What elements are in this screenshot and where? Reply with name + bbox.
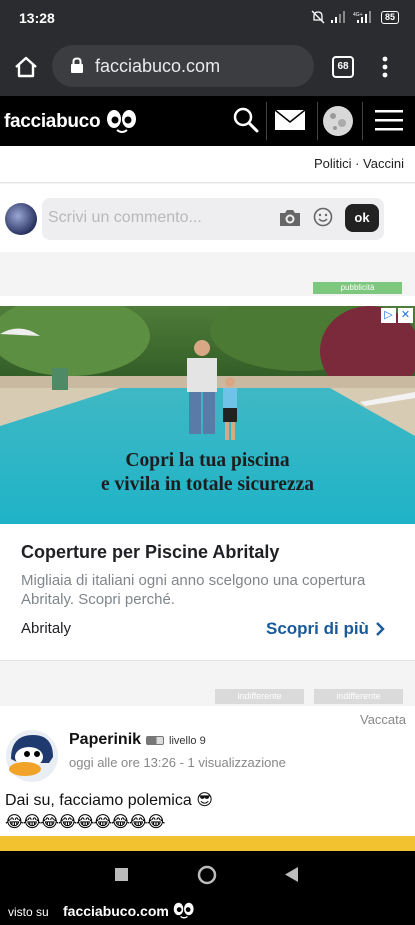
comment-placeholder: Scrivi un commento...	[48, 209, 202, 226]
url-text: facciabuco.com	[95, 56, 221, 76]
ad-image[interactable]: ▷ ✕ Copri la tua piscina e vivila in tot…	[0, 306, 415, 524]
site-header: facciabuco	[0, 96, 415, 146]
status-icons: 4G+ 85	[311, 10, 399, 24]
ad-title[interactable]: Coperture per Piscine Abritaly	[21, 542, 279, 563]
page-content: Politici · Vaccini Scrivi un commento...…	[0, 146, 415, 851]
profile-avatar-icon[interactable]	[322, 105, 354, 137]
recent-apps-icon[interactable]	[115, 868, 128, 881]
signal-icon	[330, 11, 345, 23]
level-badge-icon	[146, 736, 164, 745]
vote-indifferente-button[interactable]: indifferente	[314, 689, 403, 704]
home-icon[interactable]	[12, 53, 40, 81]
post-text: Dai su, facciamo polemica 😎	[5, 792, 213, 809]
system-nav-bar	[0, 851, 415, 897]
post-card: Vaccata Paperinik livello 9 oggi alle or…	[0, 706, 415, 851]
ad-cta-button[interactable]: Scopri di più	[266, 619, 385, 639]
post-emojis: 😂😂😂😂😂😂😂😂😂	[5, 814, 165, 831]
header-divider	[317, 102, 318, 140]
ad-advertiser: Abritaly	[21, 620, 72, 637]
back-icon[interactable]	[285, 867, 299, 882]
post-meta: oggi alle ore 13:26 - 1 visualizzazione	[69, 755, 286, 770]
hamburger-menu-icon[interactable]	[375, 109, 403, 131]
post-author[interactable]: Paperinik	[69, 731, 141, 749]
more-menu-icon[interactable]	[380, 55, 390, 79]
search-icon[interactable]	[232, 106, 260, 134]
logo-eyes-icon	[107, 110, 137, 133]
user-avatar	[5, 203, 37, 235]
watermark-footer: visto su facciabuco.com	[0, 897, 415, 925]
tab-switcher-button[interactable]: 68	[332, 56, 354, 78]
lock-icon	[71, 57, 83, 73]
post-image-preview[interactable]	[0, 836, 415, 851]
ad-card[interactable]: ▷ ✕ Copri la tua piscina e vivila in tot…	[0, 296, 415, 661]
author-avatar[interactable]	[5, 729, 59, 783]
ad-description: Migliaia di italiani ogni anno scelgono …	[21, 572, 366, 608]
tags-row: Politici · Vaccini	[0, 146, 415, 183]
emoji-icon[interactable]	[313, 207, 333, 227]
post-author-level: livello 9	[169, 735, 206, 747]
status-time: 13:28	[19, 10, 55, 26]
mail-icon[interactable]	[274, 109, 306, 131]
site-logo-text: facciabuco	[4, 111, 101, 132]
footer-prefix: visto su	[8, 905, 49, 919]
ad-caption-line2: e vivila in totale sicurezza	[100, 474, 314, 495]
comment-input[interactable]: Scrivi un commento... ok	[42, 198, 384, 240]
mute-bell-icon	[311, 10, 325, 24]
adchoices[interactable]: ▷ ✕	[381, 308, 413, 323]
footer-site: facciabuco.com	[63, 903, 169, 919]
vote-indifferente-button[interactable]: indifferente	[215, 689, 304, 704]
status-bar: 13:28 4G+ 85	[0, 0, 415, 36]
comment-area: Scrivi un commento... ok	[0, 184, 415, 252]
camera-icon[interactable]	[278, 208, 302, 228]
ad-label: pubblicità	[313, 282, 402, 294]
ad-cta-label: Scopri di più	[266, 619, 369, 638]
header-divider	[362, 102, 363, 140]
adchoices-icon[interactable]: ▷	[381, 308, 396, 323]
ad-image-caption: Copri la tua piscina e vivila in totale …	[0, 449, 415, 497]
tags-links[interactable]: Politici · Vaccini	[314, 156, 404, 171]
site-logo[interactable]: facciabuco	[4, 109, 138, 135]
logo-eyes-icon	[173, 902, 194, 919]
address-bar[interactable]: facciabuco.com	[52, 45, 314, 87]
battery-indicator: 85	[380, 10, 399, 24]
home-circle-icon[interactable]	[197, 865, 217, 885]
signal-4g-icon: 4G+	[353, 11, 371, 23]
header-divider	[266, 102, 267, 140]
submit-comment-button[interactable]: ok	[345, 204, 379, 232]
ad-caption-line1: Copri la tua piscina	[125, 450, 290, 471]
ad-close-icon[interactable]: ✕	[398, 308, 413, 323]
chevron-right-icon	[376, 622, 385, 636]
footer-logo: facciabuco.com	[63, 902, 195, 920]
browser-toolbar: facciabuco.com 68	[0, 36, 415, 96]
post-category[interactable]: Vaccata	[360, 712, 406, 727]
